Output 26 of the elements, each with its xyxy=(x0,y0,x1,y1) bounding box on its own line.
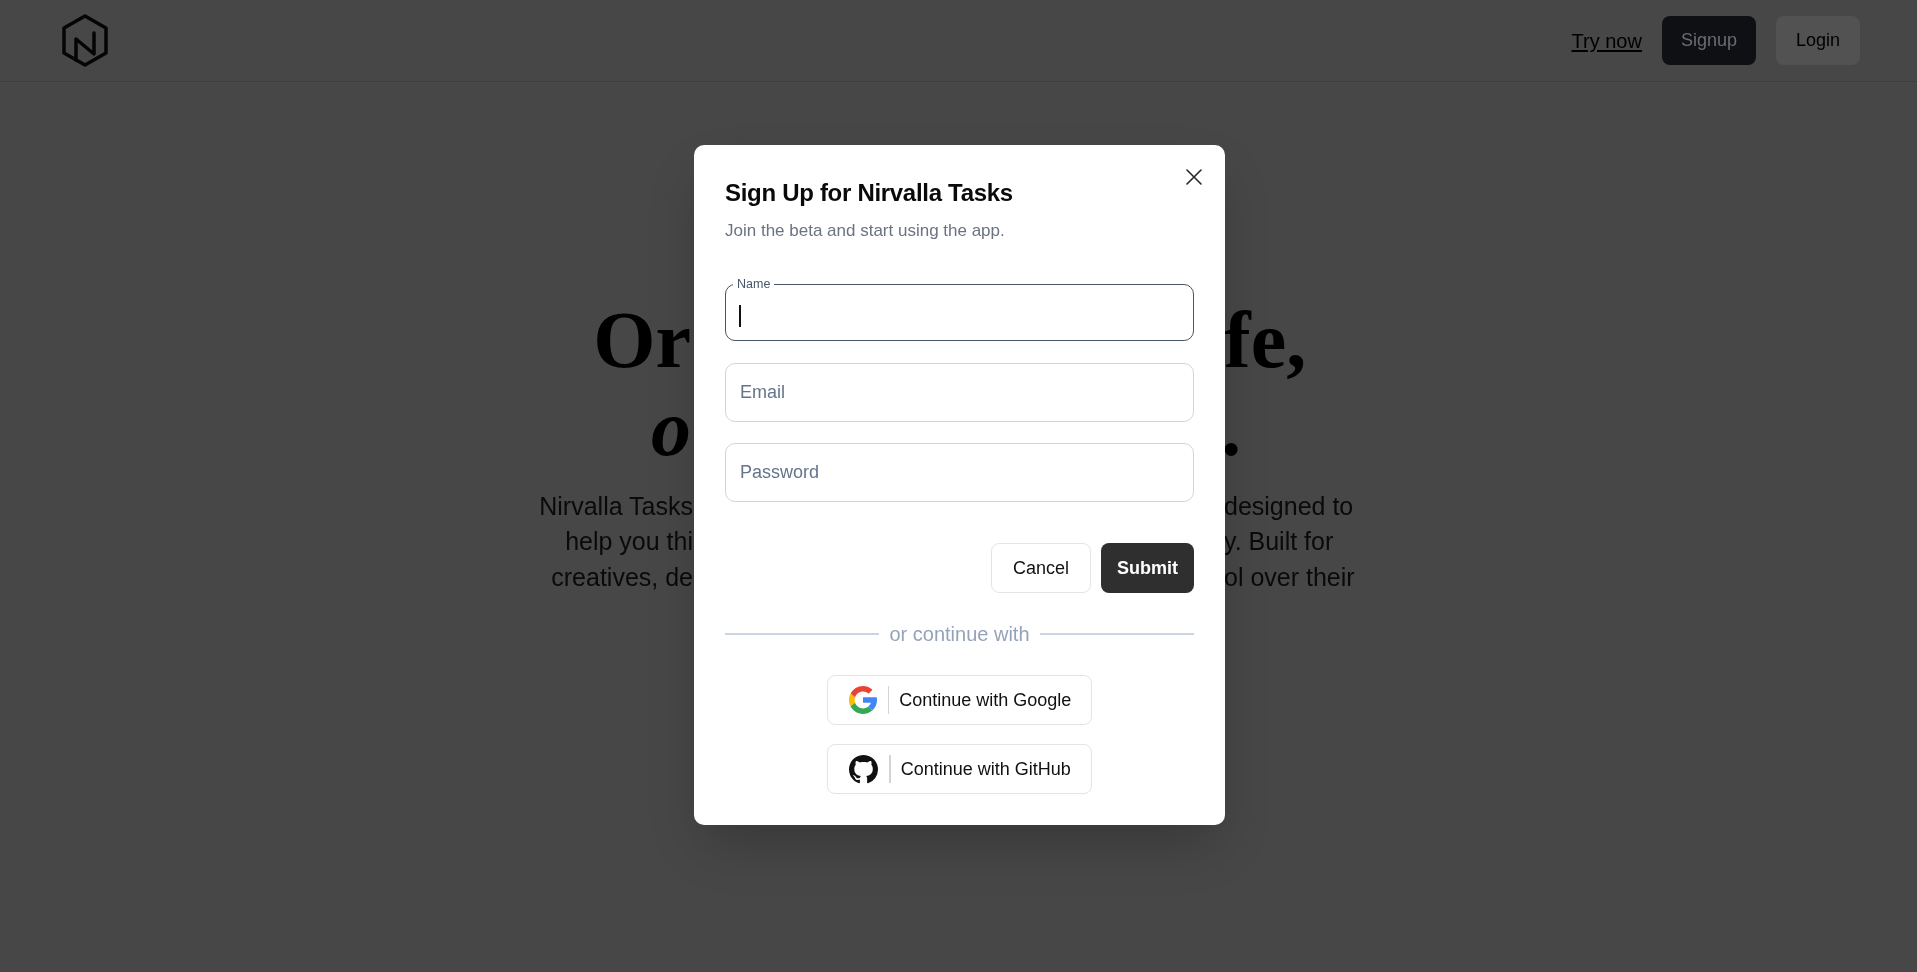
signup-button[interactable]: Signup xyxy=(1661,16,1756,65)
paragraph-text: ol over their xyxy=(1224,561,1355,592)
password-field[interactable]: Password xyxy=(725,443,1194,502)
heading-text: . xyxy=(1224,384,1244,472)
paragraph-text: designed to xyxy=(1224,490,1354,521)
paragraph-text: y. Built for xyxy=(1224,526,1334,557)
close-button[interactable] xyxy=(1186,169,1202,185)
email-field[interactable]: Email xyxy=(725,363,1194,422)
text-cursor-icon xyxy=(739,305,741,327)
github-logo-icon xyxy=(849,754,879,784)
cancel-button[interactable]: Cancel xyxy=(990,543,1091,593)
close-icon xyxy=(1186,169,1202,185)
github-button[interactable]: Continue with GitHub xyxy=(827,744,1092,794)
heading-text: o xyxy=(651,384,692,472)
paragraph-text: Nirvalla Tasks xyxy=(539,490,693,521)
name-field[interactable]: Name xyxy=(725,276,1194,341)
submit-button[interactable]: Submit xyxy=(1101,543,1194,593)
heading-text: Or xyxy=(593,296,692,384)
divider-label: or continue with xyxy=(889,622,1030,647)
google-button[interactable]: Continue with Google xyxy=(826,675,1093,725)
heading-text: fe, xyxy=(1224,296,1307,384)
google-logo-icon xyxy=(848,686,877,714)
paragraph-text: creatives, de xyxy=(551,561,693,592)
dialog-subtitle: Join the beta and start using the app. xyxy=(725,220,1006,242)
paragraph-text: help you thi xyxy=(565,526,693,557)
dialog-title: Sign Up for Nirvalla Tasks xyxy=(725,178,1014,208)
